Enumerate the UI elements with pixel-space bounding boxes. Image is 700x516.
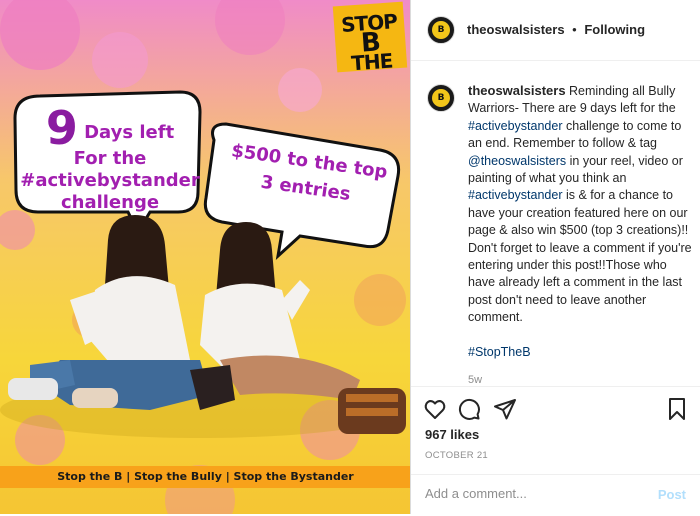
share-icon[interactable] (493, 397, 517, 421)
challenge-text: challenge (60, 192, 160, 213)
following-button[interactable]: Following (584, 22, 645, 37)
comment-icon[interactable] (457, 397, 481, 421)
hashtag-text: #activebystander (20, 170, 200, 191)
bookmark-icon[interactable] (665, 397, 689, 421)
instagram-post: STOP B THE 9 Days left For the #activeby… (0, 0, 700, 514)
caption-username[interactable]: theoswalsisters (468, 83, 566, 98)
post-button[interactable]: Post (658, 487, 686, 502)
avatar[interactable]: B (427, 16, 455, 44)
heart-icon[interactable] (423, 397, 447, 421)
mention-link[interactable]: @theoswalsisters (468, 154, 566, 168)
post-image-artwork (0, 0, 410, 514)
caption-text: Don't forget to leave a comment if you'r… (468, 240, 692, 325)
days-left-text: Days left (84, 122, 175, 143)
bubble-days-left: 9 Days left For the #activebystander cha… (20, 101, 200, 214)
for-the-text: For the (73, 148, 147, 169)
slogan-banner: Stop the B | Stop the Bully | Stop the B… (0, 466, 410, 488)
post-actions: 967 likes OCTOBER 21 Post (411, 386, 700, 515)
days-number: 9 (45, 101, 78, 155)
comment-input[interactable] (425, 486, 645, 501)
caption-avatar[interactable]: B (427, 84, 455, 112)
post-header: B theoswalsisters • Following (411, 0, 700, 61)
separator-dot: • (572, 22, 577, 37)
hashtag-link[interactable]: #activebystander (468, 119, 563, 133)
hashtag-link[interactable]: #activebystander (468, 188, 563, 202)
post-image[interactable]: STOP B THE 9 Days left For the #activeby… (0, 0, 411, 514)
stop-the-b-logo: STOP B THE (335, 4, 405, 75)
header-username[interactable]: theoswalsisters (467, 22, 565, 37)
post-caption: theoswalsisters Reminding all Bully Warr… (468, 82, 693, 389)
post-sidebar: B theoswalsisters • Following B theoswal… (411, 0, 700, 514)
hashtag-link[interactable]: #StopTheB (468, 345, 531, 359)
post-date: OCTOBER 21 (425, 450, 489, 461)
comment-box: Post (411, 474, 700, 516)
likes-count[interactable]: 967 likes (425, 427, 479, 442)
